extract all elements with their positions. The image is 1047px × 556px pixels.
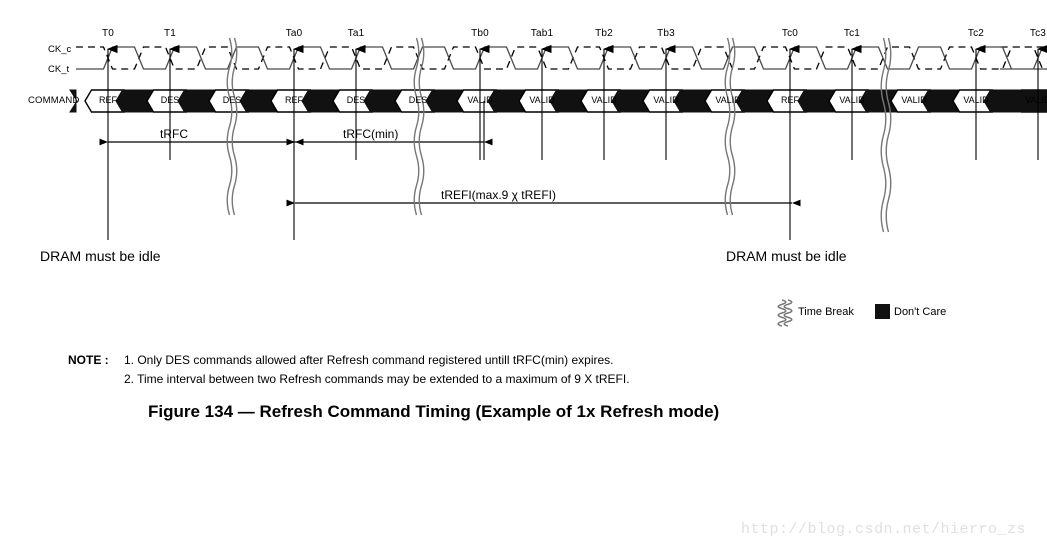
- clock-waveforms: [76, 46, 1047, 70]
- time-break-squiggle: [880, 37, 887, 233]
- note-item-2: 2. Time interval between two Refresh com…: [124, 372, 630, 386]
- figure-caption: Figure 134 — Refresh Command Timing (Exa…: [148, 402, 720, 421]
- idle-label-left: DRAM must be idle: [40, 248, 161, 264]
- cycle-label: Tb2: [595, 28, 613, 39]
- legend-label-dont-care: Don't Care: [894, 306, 947, 318]
- cycle-label: Tc0: [781, 28, 799, 39]
- cycle-label: Ta0: [285, 28, 303, 39]
- command-hex-label: VALID: [1025, 95, 1047, 105]
- command-hex-label: VALID: [963, 95, 989, 105]
- command-hex-label: REF: [99, 95, 117, 105]
- timing-label: tRFC: [160, 127, 188, 141]
- command-hex-label: VALID: [901, 95, 927, 105]
- command-hex-label: DES: [222, 95, 242, 105]
- timing-label: tRFC(min): [343, 127, 399, 141]
- cycle-label: Ta1: [347, 28, 365, 39]
- command-hex-label: DES: [160, 95, 180, 105]
- ck-t-waveform: [76, 46, 1047, 70]
- legend-label-time-break: Time Break: [798, 306, 854, 318]
- timing-label: tREFI(max.9 χ tREFI): [441, 188, 556, 202]
- cycle-label: Tab1: [530, 28, 554, 39]
- time-break-squiggle: [783, 299, 793, 327]
- cycle-label: T1: [163, 28, 177, 39]
- idle-label-right: DRAM must be idle: [726, 248, 847, 264]
- cycle-markers: [107, 44, 1047, 240]
- command-hex-label: VALID: [715, 95, 741, 105]
- signal-label-ck-c: CK_c: [48, 44, 72, 55]
- command-hex-label: REF: [285, 95, 303, 105]
- note-item-1: 1. Only DES commands allowed after Refre…: [124, 353, 614, 367]
- cycle-label: Tb0: [471, 28, 489, 39]
- note-prefix: NOTE :: [68, 353, 109, 367]
- cycle-label: Tc2: [967, 28, 985, 39]
- timing-diagram-svg: [69, 37, 1047, 327]
- command-hex-label: REF: [781, 95, 799, 105]
- command-hex-label: DES: [346, 95, 366, 105]
- signal-label-ck-t: CK_t: [48, 64, 70, 75]
- command-hex-label: VALID: [839, 95, 865, 105]
- watermark: http://blog.csdn.net/hierro_zs: [741, 521, 1027, 538]
- signal-label-command: COMMAND: [28, 95, 80, 106]
- cycle-label: Tb3: [657, 28, 675, 39]
- command-hex-label: VALID: [653, 95, 679, 105]
- time-break-squiggle: [418, 37, 425, 216]
- command-hex-label: VALID: [529, 95, 555, 105]
- command-hex-label: DES: [408, 95, 428, 105]
- command-hex-label: VALID: [467, 95, 493, 105]
- cycle-label: Tc3: [1029, 28, 1047, 39]
- cycle-label: T0: [101, 28, 115, 39]
- time-break-squiggle: [777, 299, 787, 327]
- ck-c-waveform: [76, 46, 1047, 70]
- command-hex-label: VALID: [591, 95, 617, 105]
- cycle-label: Tc1: [843, 28, 861, 39]
- dont-care-swatch: [875, 304, 890, 319]
- figure-canvas: T0 T1 Ta0 Ta1 Tb0 Tab1 Tb2 Tb3 Tc0 Tc1 Tc2 Tc3 REF D…: [0, 0, 1047, 556]
